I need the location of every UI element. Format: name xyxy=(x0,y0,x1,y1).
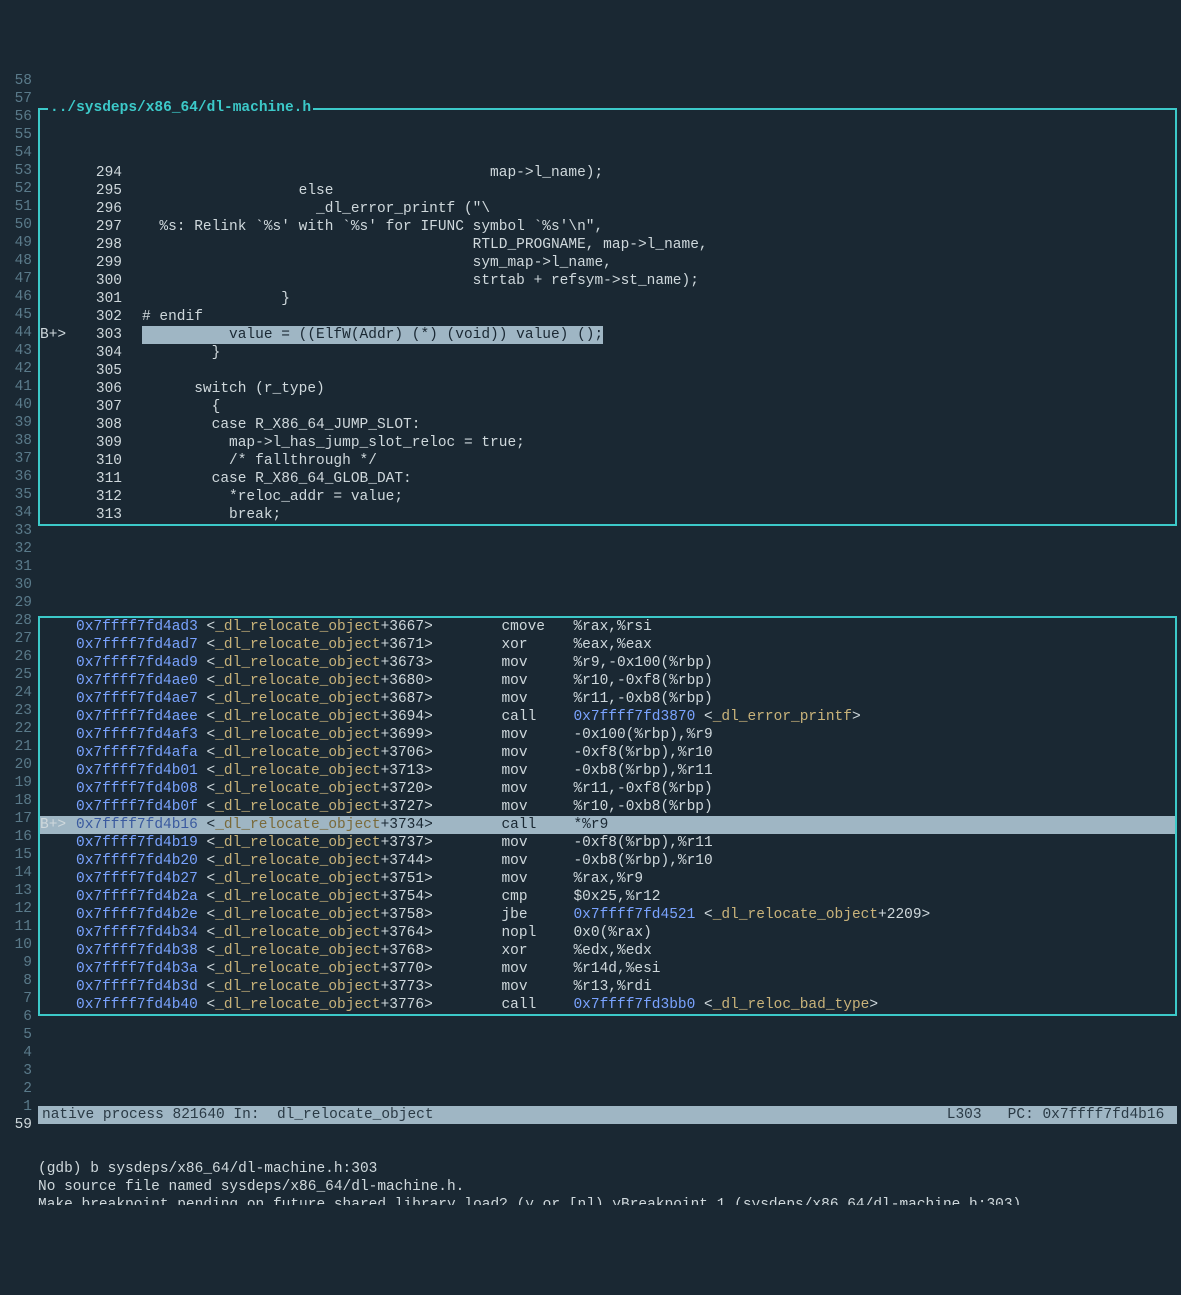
source-line: 296 _dl_error_printf ("\ xyxy=(40,200,1175,218)
asm-pane: 0x7ffff7fd4ad3 <_dl_relocate_object+3667… xyxy=(38,616,1177,1016)
source-line: 306 switch (r_type) xyxy=(40,380,1175,398)
asm-line: 0x7ffff7fd4b3d <_dl_relocate_object+3773… xyxy=(40,978,1175,996)
source-line: 295 else xyxy=(40,182,1175,200)
asm-line: 0x7ffff7fd4afa <_dl_relocate_object+3706… xyxy=(40,744,1175,762)
asm-line: 0x7ffff7fd4b38 <_dl_relocate_object+3768… xyxy=(40,942,1175,960)
source-line: 308 case R_X86_64_JUMP_SLOT: xyxy=(40,416,1175,434)
source-line: 305 xyxy=(40,362,1175,380)
asm-line: 0x7ffff7fd4b34 <_dl_relocate_object+3764… xyxy=(40,924,1175,942)
source-line: 298 RTLD_PROGNAME, map->l_name, xyxy=(40,236,1175,254)
gdb-cmd: b sysdeps/x86_64/dl-machine.h:303 xyxy=(90,1161,377,1177)
source-pane-title: ../sysdeps/x86_64/dl-machine.h xyxy=(48,99,313,117)
source-line: 309 map->l_has_jump_slot_reloc = true; xyxy=(40,434,1175,452)
source-line: 299 sym_map->l_name, xyxy=(40,254,1175,272)
status-left: native process 821640 In: dl_relocate_ob… xyxy=(42,1106,434,1124)
source-line: 312 *reloc_addr = value; xyxy=(40,488,1175,506)
source-line: 300 strtab + refsym->st_name); xyxy=(40,272,1175,290)
source-line: 297 %s: Relink `%s' with `%s' for IFUNC … xyxy=(40,218,1175,236)
asm-line: 0x7ffff7fd4b08 <_dl_relocate_object+3720… xyxy=(40,780,1175,798)
asm-line: 0x7ffff7fd4b40 <_dl_relocate_object+3776… xyxy=(40,996,1175,1014)
source-line: 304 } xyxy=(40,344,1175,362)
source-line: 294 map->l_name); xyxy=(40,164,1175,182)
gdb-out: No source file named sysdeps/x86_64/dl-m… xyxy=(38,1179,464,1195)
asm-line: 0x7ffff7fd4b0f <_dl_relocate_object+3727… xyxy=(40,798,1175,816)
status-right: L303 PC: 0x7ffff7fd4b16 xyxy=(947,1106,1173,1124)
gdb-out: Make breakpoint pending on future shared… xyxy=(38,1197,1021,1205)
asm-line: 0x7ffff7fd4ae0 <_dl_relocate_object+3680… xyxy=(40,672,1175,690)
asm-line: B+>0x7ffff7fd4b16 <_dl_relocate_object+3… xyxy=(40,816,1175,834)
asm-line: 0x7ffff7fd4aee <_dl_relocate_object+3694… xyxy=(40,708,1175,726)
gdb-console[interactable]: (gdb) b sysdeps/x86_64/dl-machine.h:303 … xyxy=(38,1160,1181,1205)
source-line: 313 break; xyxy=(40,506,1175,524)
asm-line: 0x7ffff7fd4b2e <_dl_relocate_object+3758… xyxy=(40,906,1175,924)
asm-line: 0x7ffff7fd4ae7 <_dl_relocate_object+3687… xyxy=(40,690,1175,708)
asm-line: 0x7ffff7fd4b20 <_dl_relocate_object+3744… xyxy=(40,852,1175,870)
source-line: 302# endif xyxy=(40,308,1175,326)
status-bar: native process 821640 In: dl_relocate_ob… xyxy=(38,1106,1177,1124)
asm-line: 0x7ffff7fd4ad9 <_dl_relocate_object+3673… xyxy=(40,654,1175,672)
asm-line: 0x7ffff7fd4ad7 <_dl_relocate_object+3671… xyxy=(40,636,1175,654)
asm-line: 0x7ffff7fd4ad3 <_dl_relocate_object+3667… xyxy=(40,618,1175,636)
source-line: B+>303 value = ((ElfW(Addr) (*) (void)) … xyxy=(40,326,1175,344)
source-line: 310 /* fallthrough */ xyxy=(40,452,1175,470)
line-number-gutter: 5857565554535251504948474645444342414039… xyxy=(0,72,38,1205)
asm-line: 0x7ffff7fd4b27 <_dl_relocate_object+3751… xyxy=(40,870,1175,888)
asm-line: 0x7ffff7fd4b19 <_dl_relocate_object+3737… xyxy=(40,834,1175,852)
source-line: 301 } xyxy=(40,290,1175,308)
gdb-prompt: (gdb) xyxy=(38,1161,90,1177)
asm-line: 0x7ffff7fd4b3a <_dl_relocate_object+3770… xyxy=(40,960,1175,978)
asm-line: 0x7ffff7fd4b01 <_dl_relocate_object+3713… xyxy=(40,762,1175,780)
source-pane: ../sysdeps/x86_64/dl-machine.h 294 map->… xyxy=(38,108,1177,526)
asm-line: 0x7ffff7fd4b2a <_dl_relocate_object+3754… xyxy=(40,888,1175,906)
source-line: 311 case R_X86_64_GLOB_DAT: xyxy=(40,470,1175,488)
source-line: 307 { xyxy=(40,398,1175,416)
asm-line: 0x7ffff7fd4af3 <_dl_relocate_object+3699… xyxy=(40,726,1175,744)
